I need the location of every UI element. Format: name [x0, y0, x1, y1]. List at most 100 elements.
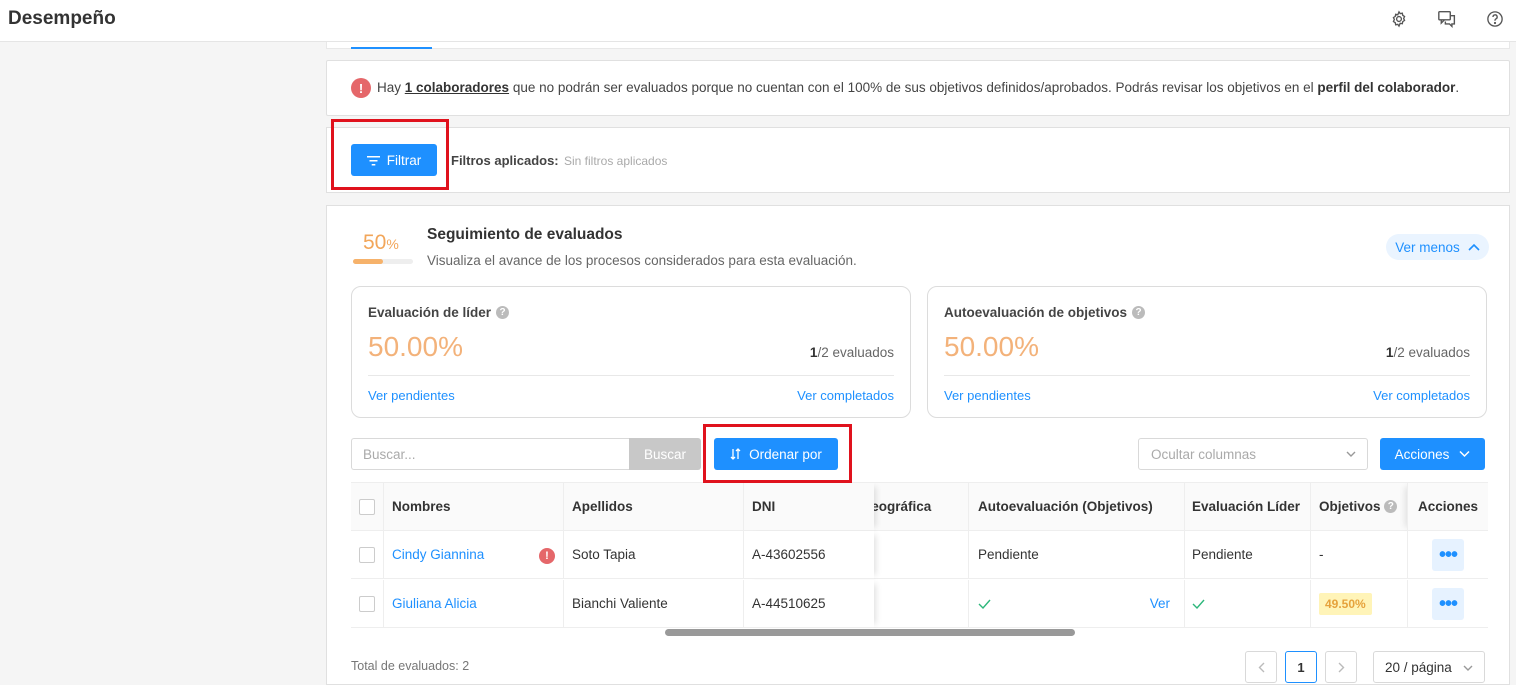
- app-title: Desempeño: [8, 8, 116, 29]
- cell-self-evaluation: Pendiente: [968, 531, 1184, 579]
- hide-columns-select[interactable]: Ocultar columnas: [1138, 438, 1368, 470]
- stat-title: Evaluación de líder: [368, 305, 492, 320]
- question-icon[interactable]: ?: [1384, 500, 1398, 513]
- top-bar: Desempeño: [0, 0, 1516, 42]
- chevron-up-icon: [1468, 243, 1480, 251]
- cell-surnames: Bianchi Valiente: [564, 580, 744, 628]
- horizontal-scrollbar[interactable]: [665, 629, 1075, 636]
- stat-count: 1/2 evaluados: [1385, 345, 1470, 360]
- select-all-checkbox[interactable]: [359, 498, 375, 515]
- help-icon[interactable]: [1485, 9, 1505, 29]
- cell-dni: A-43602556: [744, 531, 874, 579]
- cell-leader-evaluation: [1184, 580, 1310, 628]
- stat-card-self-evaluation: Autoevaluación de objetivos? 50.00% 1/2 …: [927, 286, 1487, 418]
- evaluees-table: n geográfica Autoevaluación (Objetivos) …: [351, 482, 1488, 632]
- collaborator-profile-text: perfil del colaborador: [1317, 80, 1456, 95]
- total-evaluees: Total de evaluados: 2: [351, 659, 470, 673]
- actions-button-label: Acciones: [1394, 446, 1450, 462]
- view-pending-link[interactable]: Ver pendientes: [944, 388, 1031, 403]
- cell-objectives: 49.50%: [1310, 580, 1407, 628]
- actions-button[interactable]: Acciones: [1380, 438, 1485, 470]
- view-link[interactable]: Ver: [1150, 596, 1170, 611]
- view-completed-link[interactable]: Ver completados: [1373, 388, 1470, 403]
- stat-count: 1/2 evaluados: [809, 345, 894, 360]
- row-checkbox[interactable]: [359, 595, 375, 612]
- employee-name-link[interactable]: Giuliana Alicia: [392, 596, 477, 611]
- employee-name-link[interactable]: Cindy Giannina: [392, 547, 484, 562]
- search-button[interactable]: Buscar: [629, 438, 701, 470]
- stat-card-leader-evaluation: Evaluación de líder? 50.00% 1/2 evaluado…: [351, 286, 911, 418]
- cell-names: Cindy Giannina !: [384, 531, 564, 579]
- filter-icon: [366, 155, 380, 165]
- page-size-select[interactable]: 20 / página: [1373, 651, 1485, 683]
- question-icon[interactable]: ?: [1132, 306, 1146, 319]
- sort-button-label: Ordenar por: [749, 446, 822, 462]
- header-leader-evaluation[interactable]: Evaluación Líder: [1184, 483, 1310, 531]
- row-checkbox[interactable]: [359, 546, 375, 563]
- search-input[interactable]: [351, 438, 629, 470]
- divider: [368, 375, 894, 376]
- cell-leader-evaluation: Pendiente: [1184, 531, 1310, 579]
- cell-objectives: -: [1310, 531, 1407, 579]
- more-actions-button[interactable]: •••: [1432, 538, 1464, 571]
- chevron-down-icon: [1459, 450, 1470, 458]
- next-page-button[interactable]: [1325, 651, 1357, 683]
- cell-names: Giuliana Alicia: [384, 580, 564, 628]
- cell-actions: •••: [1407, 531, 1488, 579]
- checkmark-icon: [978, 599, 991, 609]
- question-icon[interactable]: ?: [496, 306, 510, 319]
- sort-button[interactable]: Ordenar por: [714, 438, 838, 470]
- alert-icon: !: [351, 78, 371, 98]
- stat-value: 50.00%: [368, 331, 463, 362]
- progress-bar: [353, 259, 413, 264]
- chevron-down-icon: [1463, 665, 1473, 671]
- chat-icon[interactable]: [1437, 9, 1457, 29]
- objectives-badge: 49.50%: [1319, 592, 1372, 615]
- page-size-value: 20 / página: [1385, 659, 1452, 675]
- filter-bar: Filtrar Filtros aplicados: Sin filtros a…: [326, 127, 1510, 193]
- page-button-current[interactable]: 1: [1285, 651, 1317, 683]
- progress-percent: 50%: [363, 231, 399, 254]
- stat-value: 50.00%: [944, 331, 1039, 362]
- collapse-toggle-button[interactable]: Ver menos: [1386, 234, 1489, 260]
- filter-button-label: Filtrar: [386, 152, 422, 168]
- alert-icon[interactable]: !: [539, 548, 555, 564]
- header-self-evaluation[interactable]: Autoevaluación (Objetivos): [968, 483, 1184, 531]
- divider: [944, 375, 1470, 376]
- collapse-toggle-label: Ver menos: [1395, 239, 1460, 255]
- progress-bar-fill: [353, 259, 383, 264]
- header-dni[interactable]: DNI: [744, 483, 874, 531]
- chevron-right-icon: [1338, 662, 1344, 672]
- filter-button[interactable]: Filtrar: [351, 144, 437, 176]
- active-tab-indicator: [351, 47, 432, 49]
- row-select: [351, 580, 384, 628]
- header-actions: Acciones: [1407, 483, 1488, 531]
- tracking-card: 50% Seguimiento de evaluados Visualiza e…: [326, 205, 1510, 685]
- hide-columns-placeholder: Ocultar columnas: [1151, 446, 1257, 462]
- more-actions-button[interactable]: •••: [1432, 587, 1464, 620]
- cell-dni: A-44510625: [744, 580, 874, 628]
- checkmark-icon: [1192, 599, 1205, 609]
- view-completed-link[interactable]: Ver completados: [797, 388, 894, 403]
- warning-text: Hay 1 colaboradores que no podrán ser ev…: [377, 80, 1460, 95]
- header-names[interactable]: Nombres: [384, 483, 564, 531]
- collaborators-link[interactable]: 1 colaboradores: [405, 80, 509, 95]
- warning-banner: ! Hay 1 colaboradores que no podrán ser …: [326, 60, 1510, 116]
- header-objectives[interactable]: Objetivos ?: [1310, 483, 1407, 531]
- sort-icon: [730, 448, 741, 460]
- cell-self-evaluation: Ver: [968, 580, 1184, 628]
- chevron-down-icon: [1346, 451, 1356, 457]
- cell-actions: •••: [1407, 580, 1488, 628]
- tracking-subtitle: Visualiza el avance de los procesos cons…: [427, 253, 857, 268]
- gear-icon[interactable]: [1389, 9, 1409, 29]
- tab-strip: [326, 42, 1510, 49]
- tracking-title: Seguimiento de evaluados: [427, 226, 623, 243]
- row-select: [351, 531, 384, 579]
- chevron-left-icon: [1258, 662, 1264, 672]
- header-select-all: [351, 483, 384, 531]
- stat-title: Autoevaluación de objetivos: [944, 305, 1128, 320]
- view-pending-link[interactable]: Ver pendientes: [368, 388, 455, 403]
- applied-filters-value: Sin filtros aplicados: [564, 154, 668, 168]
- prev-page-button[interactable]: [1245, 651, 1277, 683]
- header-surnames[interactable]: Apellidos: [564, 483, 744, 531]
